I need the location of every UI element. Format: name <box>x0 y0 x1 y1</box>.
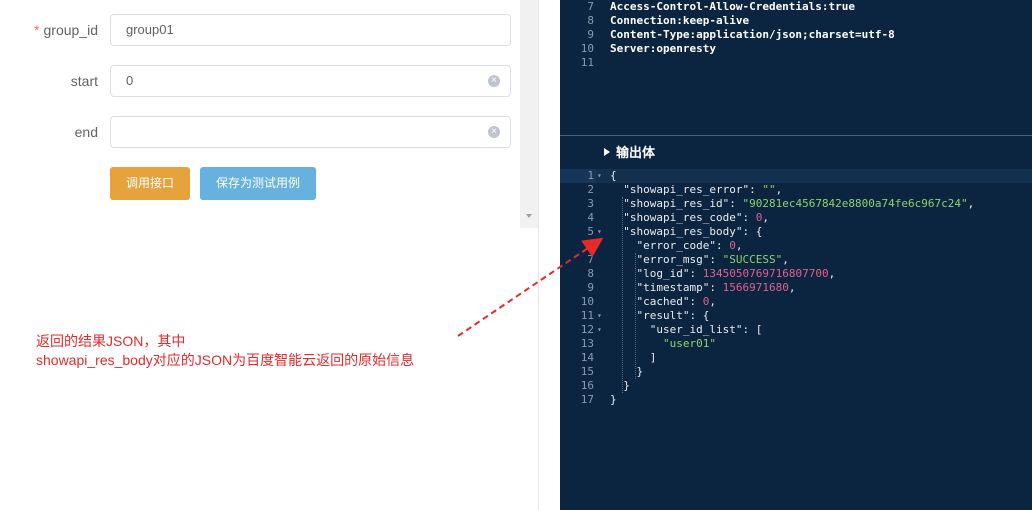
line-number: 3 <box>587 197 594 210</box>
code-text: ] <box>610 351 657 364</box>
line-number: 4 <box>587 211 594 224</box>
code-text: "error_code": 0, <box>636 239 743 252</box>
clear-icon[interactable]: × <box>488 126 500 138</box>
output-body-title: 输出体 <box>616 145 656 160</box>
code-line: 10 "cached": 0, <box>560 295 1032 309</box>
code-text: "log_id": 1345050769716807700, <box>636 267 836 280</box>
line-number: 6 <box>587 239 594 252</box>
code-text: } <box>610 379 630 392</box>
start-value: 0 <box>126 73 134 88</box>
line-number: 2 <box>587 183 594 196</box>
clear-icon[interactable]: × <box>488 75 500 87</box>
line-number: 13 <box>580 337 594 350</box>
code-line: 15 } <box>560 365 1032 379</box>
call-api-button[interactable]: 调用接口 <box>110 167 190 200</box>
line-number: 7 <box>587 253 594 266</box>
output-body-toggle[interactable]: 输出体 <box>604 145 655 161</box>
code-text: "showapi_res_code": 0, <box>623 211 769 224</box>
end-input[interactable]: × <box>110 116 511 148</box>
code-text: } <box>610 365 644 378</box>
code-text: } <box>610 393 617 406</box>
code-line: 17} <box>560 393 1032 407</box>
code-line: 5 ▾ "showapi_res_body": { <box>560 225 1032 239</box>
line-number: 1 <box>587 169 594 182</box>
caret-right-icon <box>604 148 610 156</box>
line-number: 9 <box>587 281 594 294</box>
code-line: 9 "timestamp": 1566971680, <box>560 281 1032 295</box>
code-line: 13 "user01" <box>560 337 1032 351</box>
line-number: 11 <box>580 309 594 322</box>
line-number: 10 <box>580 295 594 308</box>
group-id-value: group01 <box>126 22 174 37</box>
line-number: 16 <box>580 379 594 392</box>
start-label: start <box>70 73 98 89</box>
code-text: "result": { <box>636 309 710 322</box>
line-number: 8 <box>587 267 594 280</box>
fold-arrow-icon[interactable]: ▾ <box>597 225 602 239</box>
end-row: end × <box>0 116 520 148</box>
code-line: 6 "error_code": 0, <box>560 239 1032 253</box>
line-number: 10 <box>580 42 594 55</box>
header-line: 8 Connection:keep-alive <box>560 14 1032 28</box>
divider <box>538 0 539 510</box>
line-number: 8 <box>587 14 594 27</box>
header-text: Server:openresty <box>610 42 716 55</box>
save-test-case-button[interactable]: 保存为测试用例 <box>200 167 316 200</box>
code-text: "error_msg": "SUCCESS", <box>636 253 789 266</box>
response-panel: 7 Access-Control-Allow-Credentials:true 8 C… <box>560 0 1032 510</box>
code-line: 16 } <box>560 379 1032 393</box>
request-form-panel: * group_id group01 start 0 × end × 调用接口 保… <box>0 0 538 510</box>
line-number: 17 <box>580 393 594 406</box>
header-text: Content-Type:application/json;charset=ut… <box>610 28 895 41</box>
header-text: Connection:keep-alive <box>610 14 750 27</box>
fold-arrow-icon[interactable]: ▾ <box>597 169 602 183</box>
code-text: "user01" <box>662 337 716 350</box>
code-line: 14 ] <box>560 351 1032 365</box>
code-line: 1 ▾ { <box>560 169 1032 183</box>
scroll-down-arrow-icon[interactable] <box>526 214 532 218</box>
code-line: 12 ▾ "user_id_list": [ <box>560 323 1032 337</box>
code-line: 4 "showapi_res_code": 0, <box>560 211 1032 225</box>
code-line: 8 "log_id": 1345050769716807700, <box>560 267 1032 281</box>
code-line: 7 "error_msg": "SUCCESS", <box>560 253 1032 267</box>
code-line: 3 "showapi_res_id": "90281ec4567842e8800… <box>560 197 1032 211</box>
group-id-row: * group_id group01 <box>0 14 520 46</box>
line-number: 14 <box>580 351 594 364</box>
code-text: "cached": 0, <box>636 295 716 308</box>
header-line: 11 <box>560 56 1032 70</box>
fold-arrow-icon[interactable]: ▾ <box>597 323 602 337</box>
start-input[interactable]: 0 × <box>110 65 511 97</box>
code-line: 11 ▾ "result": { <box>560 309 1032 323</box>
start-row: start 0 × <box>0 65 520 97</box>
code-text: "showapi_res_error": "", <box>623 183 783 196</box>
code-text: { <box>610 169 617 182</box>
code-text: "showapi_res_id": "90281ec4567842e8800a7… <box>623 197 975 210</box>
section-divider <box>560 135 1032 136</box>
code-line: 2 "showapi_res_error": "", <box>560 183 1032 197</box>
line-number: 5 <box>587 225 594 238</box>
code-text: "showapi_res_body": { <box>623 225 763 238</box>
scrollbar[interactable] <box>520 0 538 228</box>
end-label: end <box>74 124 98 140</box>
header-line: 10 Server:openresty <box>560 42 1032 56</box>
line-number: 12 <box>580 323 594 336</box>
line-number: 7 <box>587 0 594 13</box>
code-text: "user_id_list": [ <box>649 323 763 336</box>
annotation-line-2: showapi_res_body对应的JSON为百度智能云返回的原始信息 <box>36 352 415 368</box>
header-line: 7 Access-Control-Allow-Credentials:true <box>560 0 1032 14</box>
required-mark: * <box>34 22 40 38</box>
line-number: 9 <box>587 28 594 41</box>
annotation-line-1: 返回的结果JSON，其中 <box>36 333 186 349</box>
code-text: "timestamp": 1566971680, <box>636 281 796 294</box>
fold-arrow-icon[interactable]: ▾ <box>597 309 602 323</box>
group-id-label: * group_id <box>34 22 98 38</box>
line-number: 11 <box>580 56 594 69</box>
header-line: 9 Content-Type:application/json;charset=u… <box>560 28 1032 42</box>
header-text: Access-Control-Allow-Credentials:true <box>610 0 856 13</box>
group-id-input[interactable]: group01 <box>110 14 511 46</box>
line-number: 15 <box>580 365 594 378</box>
